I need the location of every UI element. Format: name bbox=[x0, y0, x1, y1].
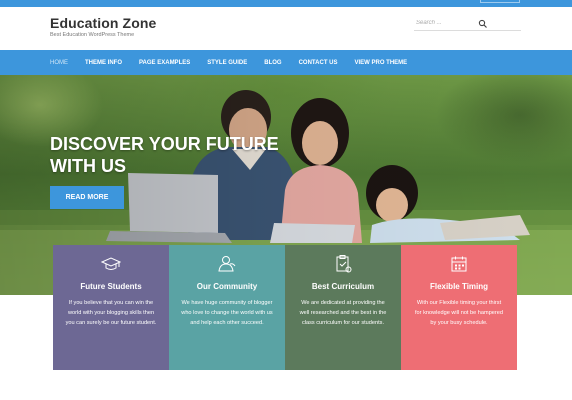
curriculum-icon bbox=[336, 255, 352, 273]
feature-card-future-students[interactable]: Future Students If you believe that you … bbox=[53, 245, 169, 370]
nav-item-page-examples[interactable]: PAGE EXAMPLES bbox=[139, 60, 190, 66]
feature-card-our-community[interactable]: Our Community We have huge community of … bbox=[169, 245, 285, 370]
nav-item-blog[interactable]: BLOG bbox=[264, 60, 281, 66]
community-icon bbox=[218, 256, 236, 272]
feature-title: Future Students bbox=[80, 282, 142, 291]
nav-item-home[interactable]: HOME bbox=[50, 60, 68, 66]
site-title[interactable]: Education Zone bbox=[50, 15, 156, 31]
search-icon[interactable] bbox=[478, 19, 488, 29]
site-tagline: Best Education WordPress Theme bbox=[50, 32, 135, 38]
feature-title: Best Curriculum bbox=[311, 282, 375, 291]
site-header: Education Zone Best Education WordPress … bbox=[0, 7, 572, 50]
nav-item-theme-info[interactable]: THEME INFO bbox=[85, 60, 122, 66]
feature-title: Flexible Timing bbox=[429, 282, 489, 291]
feature-card-flexible-timing[interactable]: Flexible Timing With our Flexible timing… bbox=[401, 245, 517, 370]
calendar-icon bbox=[451, 256, 467, 272]
graduation-cap-icon bbox=[101, 257, 121, 270]
top-bar-tab bbox=[480, 0, 520, 3]
features-section: Future Students If you believe that you … bbox=[53, 245, 517, 370]
nav-item-contact-us[interactable]: CONTACT US bbox=[299, 60, 338, 66]
main-navigation: HOME THEME INFO PAGE EXAMPLES STYLE GUID… bbox=[0, 50, 572, 75]
nav-item-view-pro-theme[interactable]: VIEW PRO THEME bbox=[354, 60, 407, 66]
nav-item-style-guide[interactable]: STYLE GUIDE bbox=[207, 60, 247, 66]
feature-title: Our Community bbox=[196, 282, 258, 291]
top-bar bbox=[0, 0, 572, 7]
feature-text: We are dedicated at providing the well r… bbox=[299, 300, 387, 326]
search-form bbox=[414, 17, 521, 31]
feature-text: With our Flexible timing your thirst for… bbox=[415, 300, 503, 326]
feature-card-best-curriculum[interactable]: Best Curriculum We are dedicated at prov… bbox=[285, 245, 401, 370]
feature-text: If you believe that you can win the worl… bbox=[65, 300, 157, 326]
hero-title: DISCOVER YOUR FUTURE WITH US bbox=[50, 134, 279, 176]
read-more-button[interactable]: READ MORE bbox=[50, 186, 124, 209]
feature-text: We have huge community of blogger who lo… bbox=[181, 300, 273, 326]
